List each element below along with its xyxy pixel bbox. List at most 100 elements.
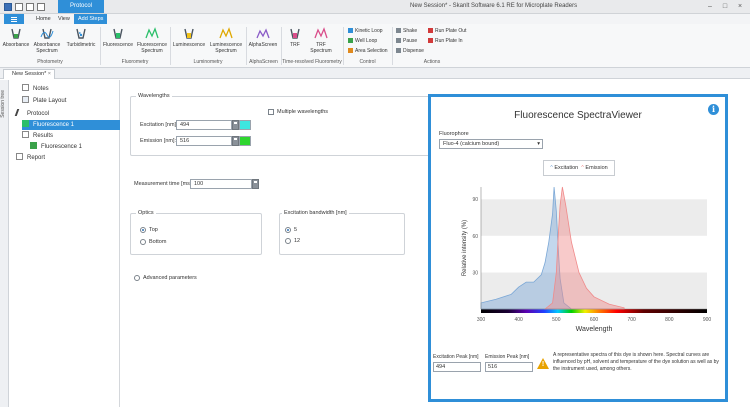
close-tab-icon[interactable]: × bbox=[48, 71, 51, 77]
x-tick-label: 400 bbox=[514, 317, 523, 323]
results-icon bbox=[22, 131, 29, 138]
luminescence-button[interactable]: Luminescence bbox=[171, 27, 207, 48]
fluorescence-spectrum-icon bbox=[145, 27, 159, 39]
emission-spinner[interactable] bbox=[232, 136, 239, 146]
tab-view[interactable]: View bbox=[54, 14, 74, 24]
bandwidth-12-radio[interactable] bbox=[285, 238, 291, 244]
measurement-time-spinner[interactable] bbox=[252, 179, 259, 189]
measurement-time-input[interactable]: 100 bbox=[190, 179, 252, 189]
excitation-input[interactable]: 494 bbox=[176, 120, 232, 130]
fluorophore-select[interactable]: Fluo-4 (calcium bound) ▾ bbox=[439, 139, 543, 149]
alphascreen-icon bbox=[256, 28, 270, 39]
luminescence-spectrum-icon bbox=[219, 27, 233, 39]
session-tab[interactable]: New Session* × bbox=[3, 69, 55, 79]
absorbance-label: Absorbance bbox=[2, 42, 30, 48]
protocol-icon bbox=[14, 109, 25, 116]
tab-home[interactable]: Home bbox=[32, 14, 55, 24]
quick-access-save-icon[interactable] bbox=[26, 3, 34, 11]
close-button[interactable]: × bbox=[735, 2, 745, 11]
optics-bottom-radio[interactable] bbox=[140, 239, 146, 245]
absorbance-button[interactable]: Absorbance bbox=[2, 27, 30, 48]
menu-icon bbox=[11, 17, 17, 22]
tree-item-result-fluorescence-1[interactable]: Fluorescence 1 bbox=[30, 142, 118, 152]
spectraviewer-panel: Fluorescence SpectraViewer i Fluorophore… bbox=[428, 94, 728, 402]
session-tree-rail[interactable]: Session tree bbox=[0, 80, 9, 407]
well-loop-button[interactable]: Well Loop bbox=[348, 38, 377, 45]
pause-icon bbox=[396, 38, 401, 43]
minimize-button[interactable]: – bbox=[705, 2, 715, 11]
emission-input[interactable]: 516 bbox=[176, 136, 232, 146]
shake-label: Shake bbox=[403, 28, 418, 34]
spectra-chart: 30 60 90 300 400 500 600 700 800 900 Wavelength Rel… bbox=[462, 186, 711, 333]
x-tick-label: 700 bbox=[627, 317, 636, 323]
quick-access-open-icon[interactable] bbox=[15, 3, 23, 11]
report-icon bbox=[16, 153, 23, 160]
well-loop-icon bbox=[348, 38, 353, 43]
area-selection-button[interactable]: Area Selection bbox=[348, 48, 388, 55]
x-tick-label: 600 bbox=[590, 317, 599, 323]
wavelengths-title: Wavelengths bbox=[136, 93, 172, 99]
info-icon[interactable]: i bbox=[708, 104, 719, 115]
turbidimetric-icon bbox=[76, 28, 86, 39]
tree-item-notes[interactable]: Notes bbox=[22, 84, 118, 94]
tree-item-label: Fluorescence 1 bbox=[41, 144, 83, 150]
pause-button[interactable]: Pause bbox=[396, 38, 417, 45]
tree-item-results[interactable]: Results bbox=[22, 131, 118, 141]
file-menu-button[interactable] bbox=[4, 14, 24, 24]
luminescence-spectrum-button[interactable]: Luminescence Spectrum bbox=[208, 27, 244, 54]
spectra-note: A representative spectra of this dye is … bbox=[553, 352, 719, 372]
tree-item-fluorescence-1[interactable]: Fluorescence 1 bbox=[22, 120, 120, 130]
advanced-parameters-expander[interactable] bbox=[134, 275, 140, 281]
optics-top-radio[interactable] bbox=[140, 227, 146, 233]
trf-spectrum-button[interactable]: TRF Spectrum bbox=[308, 27, 334, 54]
fluorescence-spectrum-button[interactable]: Fluorescence Spectrum bbox=[136, 27, 168, 54]
run-plate-in-button[interactable]: Run Plate In bbox=[428, 38, 463, 45]
run-plate-out-button[interactable]: Run Plate Out bbox=[428, 28, 466, 35]
fluorescence-spectrum-label: Fluorescence Spectrum bbox=[136, 42, 167, 54]
legend-emission[interactable]: Emission bbox=[585, 165, 607, 171]
quick-access-print-icon[interactable] bbox=[37, 3, 45, 11]
advanced-parameters-label: Advanced parameters bbox=[143, 275, 197, 281]
luminescence-spectrum-label: Luminescence Spectrum bbox=[209, 42, 243, 54]
well-loop-label: Well Loop bbox=[355, 38, 378, 44]
turbidimetric-button[interactable]: Turbidimetric bbox=[64, 27, 98, 48]
absorbance-spectrum-label: Absorbance Spectrum bbox=[33, 42, 61, 54]
absorbance-spectrum-button[interactable]: Absorbance Spectrum bbox=[32, 27, 62, 54]
area-selection-label: Area Selection bbox=[355, 48, 388, 54]
tree-item-protocol[interactable]: Protocol bbox=[14, 109, 118, 119]
spectraviewer-title: Fluorescence SpectraViewer bbox=[514, 110, 642, 121]
window-title: New Session* - Skanlt Software 6.1 RE fo… bbox=[410, 3, 578, 9]
y-tick-label: 60 bbox=[472, 234, 478, 240]
fluorescence-button[interactable]: Fluorescence bbox=[101, 27, 135, 48]
alphascreen-button[interactable]: AlphaScreen bbox=[247, 27, 279, 48]
shake-button[interactable]: Shake bbox=[396, 28, 417, 35]
dispense-button[interactable]: Dispense bbox=[396, 48, 424, 55]
emission-peak-label: Emission Peak [nm] bbox=[485, 354, 530, 360]
absorbance-icon bbox=[11, 28, 21, 39]
x-tick-label: 800 bbox=[665, 317, 674, 323]
tree-item-report[interactable]: Report bbox=[16, 153, 118, 163]
multiple-wavelengths-label: Multiple wavelengths bbox=[277, 109, 329, 115]
tab-add-steps[interactable]: Add Steps bbox=[74, 14, 108, 24]
session-tree-label: Session tree bbox=[0, 90, 6, 118]
group-trf: Time-resolved Fluorometry bbox=[282, 59, 342, 65]
excitation-spinner[interactable] bbox=[232, 120, 239, 130]
protocol-context-tab: Protocol bbox=[58, 0, 104, 13]
shake-icon bbox=[396, 28, 401, 33]
area-icon bbox=[348, 48, 353, 53]
trf-button[interactable]: TRF bbox=[284, 27, 306, 48]
ribbon: Absorbance Absorbance Spectrum Turbidime… bbox=[0, 24, 750, 68]
legend-excitation[interactable]: Excitation bbox=[554, 165, 578, 171]
kinetic-loop-button[interactable]: Kinetic Loop bbox=[348, 28, 383, 35]
multiple-wavelengths-checkbox[interactable] bbox=[268, 109, 274, 115]
tree-item-label: Results bbox=[33, 133, 54, 139]
y-axis-label: Relative intensity (%) bbox=[462, 220, 468, 276]
bandwidth-5-radio[interactable] bbox=[285, 227, 291, 233]
group-control: Control bbox=[359, 59, 376, 65]
fluorescence-step-icon bbox=[22, 120, 29, 127]
tree-item-plate-layout[interactable]: Plate Layout bbox=[22, 96, 118, 106]
bandwidth-group bbox=[279, 213, 405, 255]
maximize-button[interactable]: □ bbox=[720, 2, 730, 11]
group-luminometry: Luminometry bbox=[193, 59, 223, 65]
dispense-label: Dispense bbox=[403, 48, 424, 54]
